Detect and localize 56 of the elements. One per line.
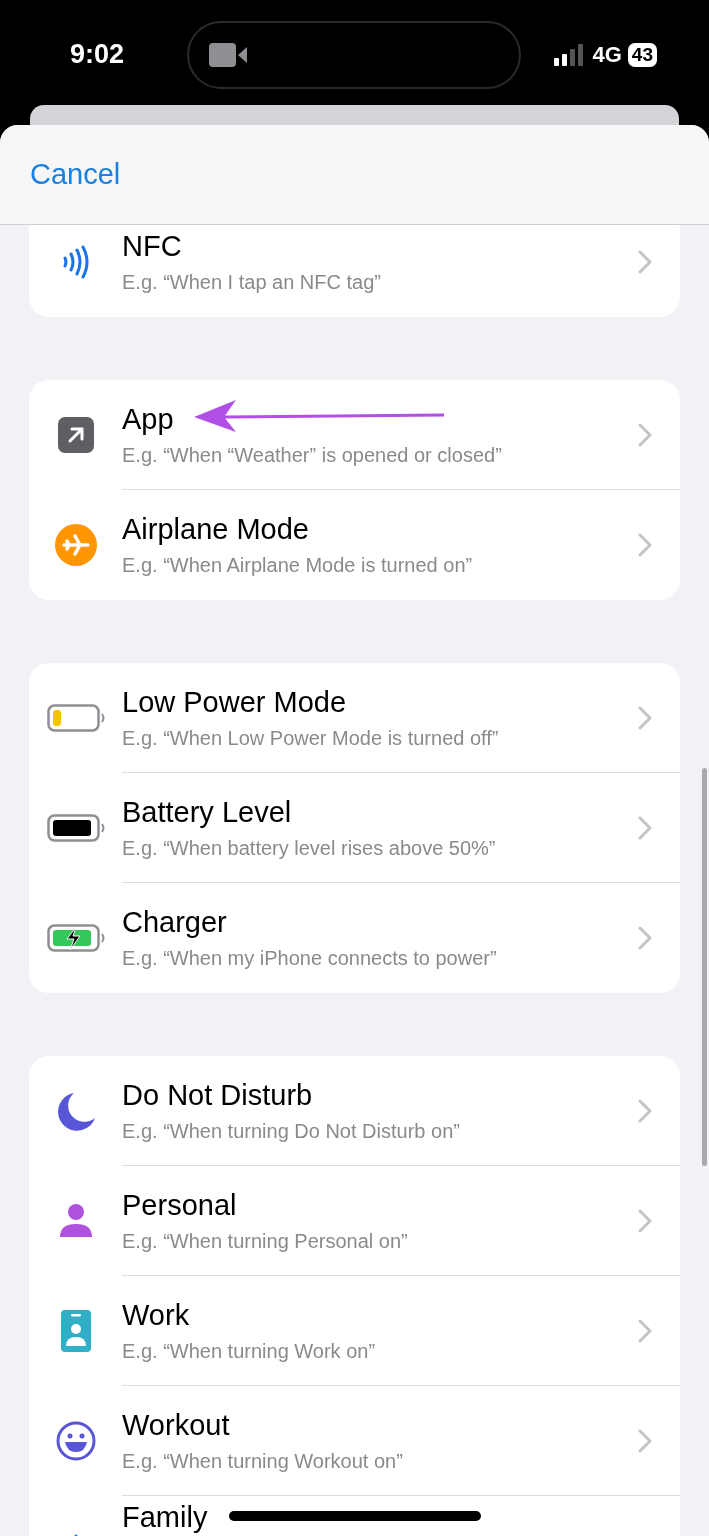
camera-icon [209,42,248,67]
trigger-example: E.g. “When Airplane Mode is turned on” [122,553,473,578]
trigger-row[interactable]: App E.g. “When “Weather” is opened or closed” [29,380,680,490]
chevron-icon [638,926,652,950]
chevron-icon [638,705,652,730]
trigger-title: Do Not Disturb [122,1078,313,1113]
battery-icon [46,814,105,842]
smiley-icon [55,1421,96,1461]
chevron-icon [638,1318,652,1343]
trigger-row[interactable]: Battery Level E.g. “When battery level rises above 50%” [29,773,680,883]
charging-battery-icon [46,924,105,952]
trigger-title: Charger [122,905,227,940]
id-badge-icon [60,1310,91,1352]
airplane-icon [54,524,97,566]
trigger-row[interactable]: Work E.g. “When turning Work on” [29,1276,680,1386]
trigger-row[interactable]: Do Not Disturb E.g. “When turning Do Not Disturb on” [29,1056,680,1166]
trigger-title: Low Power Mode [122,685,347,720]
trigger-example: E.g. “When Low Power Mode is turned off” [122,726,499,751]
arrow-square-icon [57,417,94,453]
chevron-icon [638,1208,652,1233]
trigger-row[interactable]: Airplane Mode E.g. “When Airplane Mode is turned on” [29,490,680,600]
trigger-title: Airplane Mode [122,512,309,547]
chevron-icon [638,1098,652,1123]
trigger-row[interactable]: Workout E.g. “When turning Workout on” [29,1386,680,1496]
trigger-example: E.g. “When I tap an NFC tag” [122,270,381,295]
network-label: 4G [592,41,622,69]
clock: 9:02 [70,38,125,72]
trigger-row[interactable]: Personal E.g. “When turning Personal on” [29,1166,680,1276]
chevron-icon [638,1428,652,1453]
moon-icon [55,1091,96,1131]
trigger-example: E.g. “When turning Personal on” [122,1229,408,1254]
trigger-title: Battery Level [122,795,292,830]
trigger-row[interactable]: Family [29,1496,680,1536]
trigger-title: App [122,402,174,437]
battery-indicator: 43 [627,42,657,67]
chevron-icon [638,422,652,447]
chevron-icon [638,815,652,840]
trigger-example: E.g. “When “Weather” is opened or closed” [122,443,502,468]
trigger-title: Personal [122,1188,237,1223]
trigger-example: E.g. “When turning Work on” [122,1339,376,1364]
trigger-title: Family [122,1500,208,1535]
person-icon [58,1203,93,1239]
trigger-row[interactable]: Low Power Mode E.g. “When Low Power Mode is turned off” [29,663,680,773]
trigger-row[interactable]: Charger E.g. “When my iPhone connects to power” [29,883,680,993]
trigger-example: E.g. “When turning Workout on” [122,1449,403,1474]
trigger-example: E.g. “When turning Do Not Disturb on” [122,1119,460,1144]
trigger-row[interactable]: NFC E.g. “When I tap an NFC tag” [29,225,680,317]
chevron-icon [638,533,652,557]
cancel-button[interactable]: Cancel [30,152,121,197]
chevron-icon [638,250,652,274]
trigger-example: E.g. “When battery level rises above 50%” [122,836,496,861]
battery-icon [46,704,105,732]
trigger-title: Work [122,1298,190,1333]
trigger-title: NFC [122,229,182,264]
trigger-title: Workout [122,1408,230,1443]
trigger-example: E.g. “When my iPhone connects to power” [122,946,497,971]
